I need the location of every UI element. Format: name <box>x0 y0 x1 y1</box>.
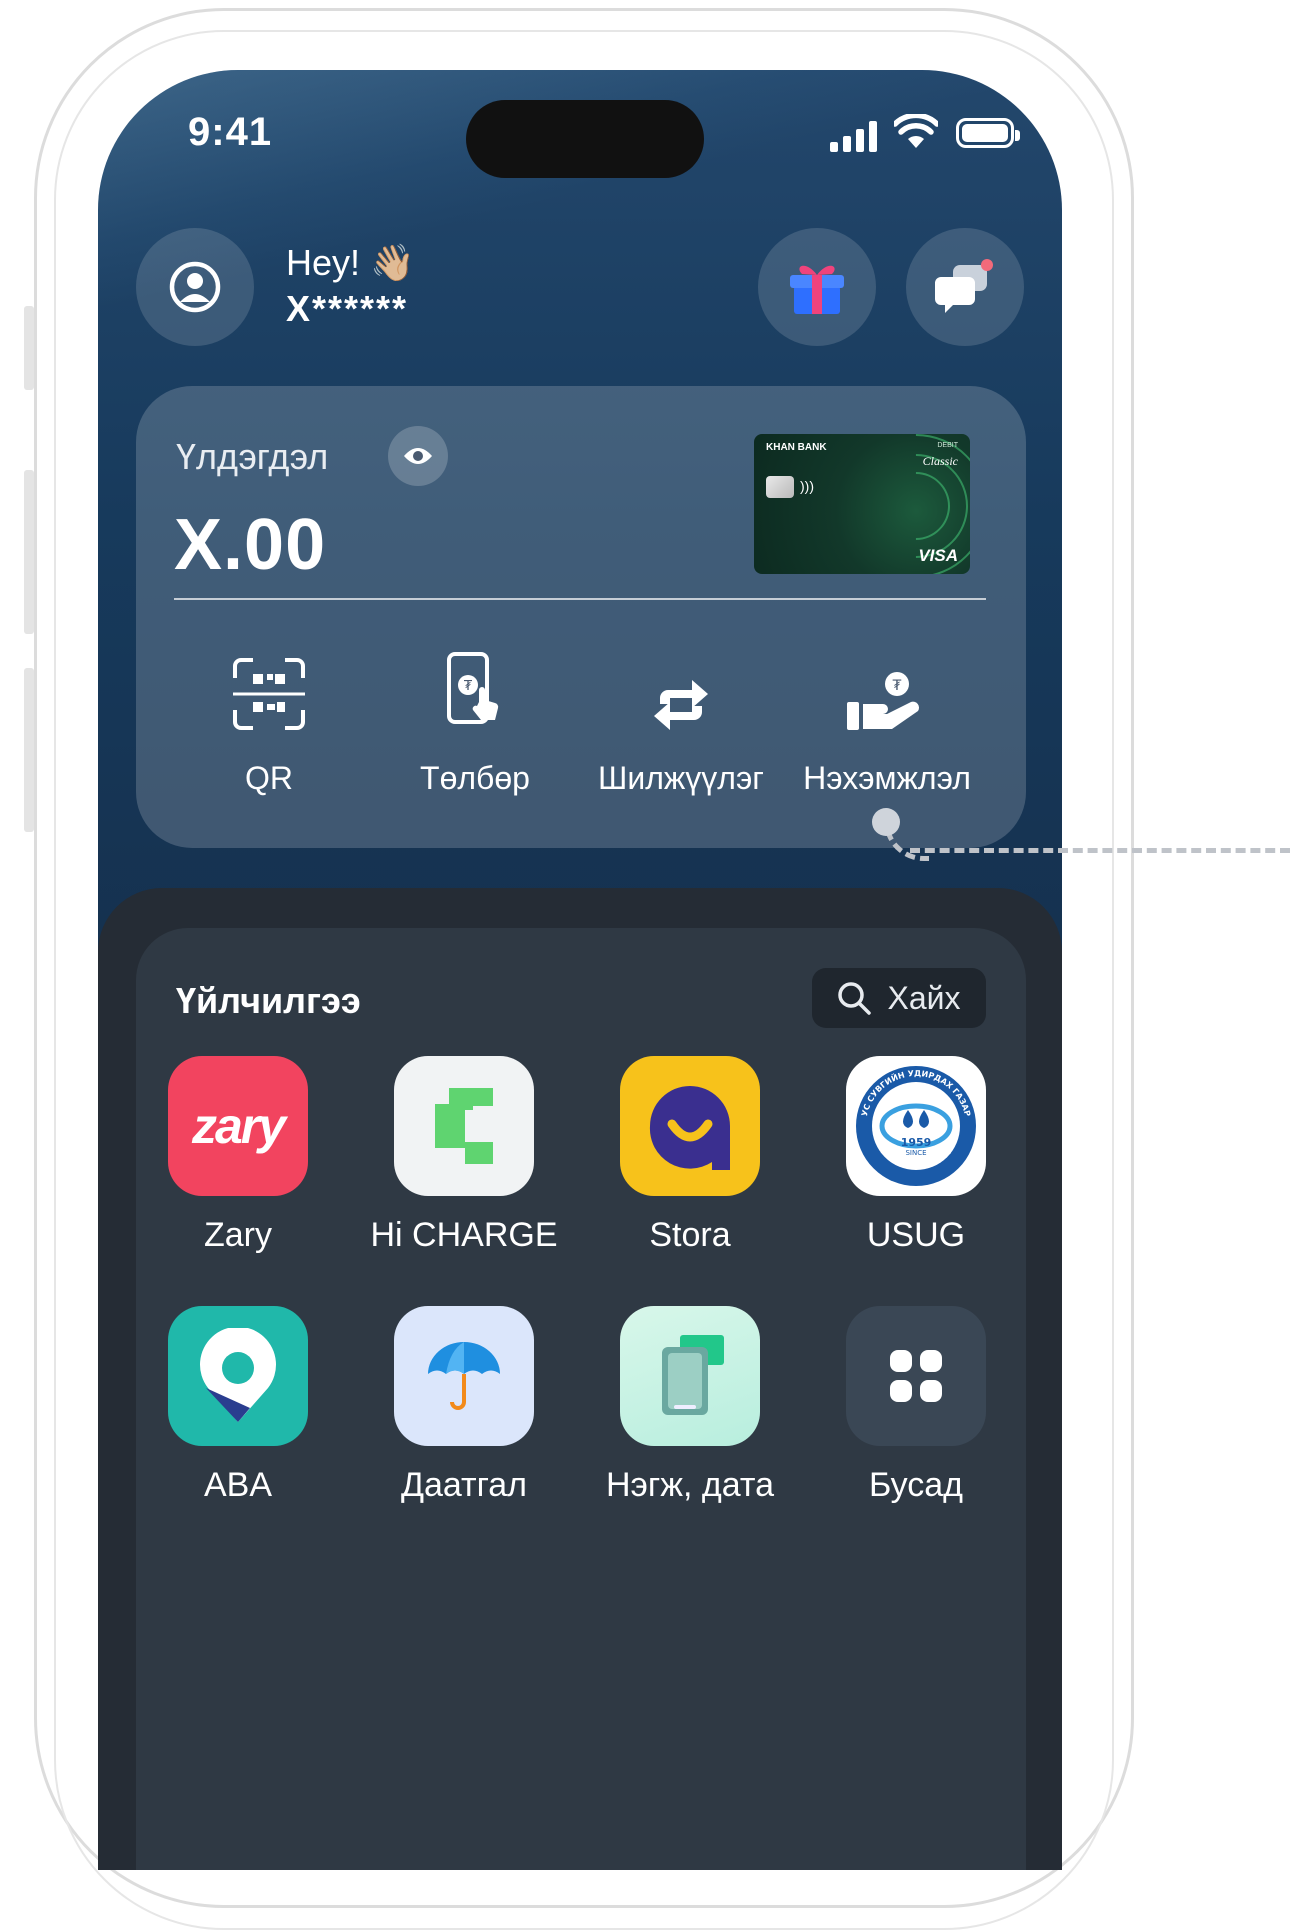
sim-units-icon <box>620 1306 760 1446</box>
card-network: VISA <box>918 546 958 565</box>
services-card: Үйлчилгээ Хайх zary Zary Hi CHARGE Stora… <box>136 928 1026 1870</box>
action-invoice[interactable]: ₮ Нэхэмжлэл <box>792 642 982 797</box>
app-hi-charge-label: Hi CHARGE <box>370 1216 558 1254</box>
app-insurance[interactable]: Даатгал <box>364 1306 564 1505</box>
action-payment-label: Төлбөр <box>420 760 530 796</box>
side-button-volume-down <box>24 668 34 832</box>
stora-logo-icon <box>620 1056 760 1196</box>
transfer-arrows-icon <box>654 680 708 730</box>
card-type: DEBIT <box>937 442 958 449</box>
usug-logo-icon: УС СУВГИЙН УДИРДАХ ГАЗАР УЛААНБААТАР ХОТ… <box>846 1056 986 1196</box>
action-transfer[interactable]: Шилжүүлэг <box>586 642 776 797</box>
user-avatar-icon <box>169 261 221 313</box>
dynamic-island <box>466 100 704 178</box>
services-search-button[interactable]: Хайх <box>812 968 986 1028</box>
aba-logo-icon <box>168 1306 308 1446</box>
action-qr[interactable]: QR <box>174 642 364 797</box>
usug-logo-year: 1959 <box>901 1136 932 1149</box>
app-more[interactable]: Бусад <box>816 1306 1016 1505</box>
profile-button[interactable] <box>136 228 254 346</box>
bank-card-thumbnail[interactable]: KHAN BANK DEBIT Classic ))) VISA <box>754 434 970 574</box>
phone-payment-icon: ₮ <box>447 652 499 724</box>
action-qr-label: QR <box>245 760 293 796</box>
services-sheet: Үйлчилгээ Хайх zary Zary Hi CHARGE Stora… <box>98 888 1062 1870</box>
cellular-signal-icon <box>830 120 878 152</box>
app-stora[interactable]: Stora <box>590 1056 790 1255</box>
balance-amount: X.00 <box>174 505 327 585</box>
app-zary-label: Zary <box>204 1216 272 1254</box>
app-usug[interactable]: УС СУВГИЙН УДИРДАХ ГАЗАР УЛААНБААТАР ХОТ… <box>816 1056 1016 1255</box>
app-zary[interactable]: zary Zary <box>138 1056 338 1255</box>
app-units-data-label: Нэгж, дата <box>605 1466 775 1504</box>
app-stora-label: Stora <box>649 1216 731 1254</box>
greeting-text: Hey! 👋🏼 <box>286 242 415 283</box>
rewards-gift-button[interactable] <box>758 228 876 346</box>
app-hi-charge[interactable]: Hi CHARGE <box>364 1056 564 1255</box>
side-button-mute <box>24 306 34 390</box>
action-transfer-label: Шилжүүлэг <box>598 760 764 796</box>
toggle-balance-visibility-button[interactable] <box>388 426 448 486</box>
callout-connector-line <box>910 848 1290 865</box>
search-icon <box>838 982 872 1015</box>
callout-pin <box>872 808 900 836</box>
messages-button[interactable] <box>906 228 1024 346</box>
zary-logo-text: zary <box>191 1098 286 1154</box>
usug-logo-since: SINCE <box>905 1149 926 1157</box>
wifi-icon <box>894 114 938 148</box>
chat-bubbles-icon <box>935 259 993 313</box>
card-chip-icon <box>766 476 794 498</box>
umbrella-icon <box>394 1306 534 1446</box>
services-title: Үйлчилгээ <box>176 980 361 1021</box>
action-invoice-label: Нэхэмжлэл <box>803 760 971 796</box>
app-more-label: Бусад <box>869 1466 963 1504</box>
card-bank-name: KHAN BANK <box>766 442 827 453</box>
status-time: 9:41 <box>188 110 273 154</box>
hi-charge-logo-icon <box>394 1056 534 1196</box>
action-payment[interactable]: ₮ Төлбөр <box>380 642 570 797</box>
hand-coin-icon: ₮ <box>847 672 920 730</box>
balance-label: Үлдэгдэл <box>176 436 329 477</box>
card-tier: Classic <box>922 454 958 468</box>
app-units-data[interactable]: Нэгж, дата <box>590 1306 790 1505</box>
app-aba-label: ABA <box>203 1466 273 1504</box>
svg-text:₮: ₮ <box>464 679 473 694</box>
balance-card: Үлдэгдэл X.00 KHAN BANK DEBIT Classic ))… <box>136 386 1026 848</box>
zary-logo-icon: zary <box>168 1056 308 1196</box>
app-insurance-label: Даатгал <box>400 1466 528 1504</box>
battery-icon <box>956 118 1020 148</box>
user-name: X****** <box>286 288 409 329</box>
svg-text:₮: ₮ <box>893 678 902 694</box>
greeting-block: Hey! 👋🏼 X****** <box>286 242 415 330</box>
grid-dots-icon <box>846 1306 986 1446</box>
eye-icon <box>404 448 432 464</box>
app-usug-label: USUG <box>866 1216 966 1254</box>
contactless-icon: ))) <box>800 478 814 494</box>
search-label: Хайх <box>887 979 961 1016</box>
balance-divider <box>174 598 986 600</box>
side-button-volume-up <box>24 470 34 634</box>
gift-icon <box>790 265 844 314</box>
phone-screen: 9:41 Hey! 👋🏼 X****** Үлдэгдэл X.00 KHAN … <box>98 70 1062 1870</box>
qr-scan-icon <box>233 658 305 730</box>
app-aba[interactable]: ABA <box>138 1306 338 1505</box>
